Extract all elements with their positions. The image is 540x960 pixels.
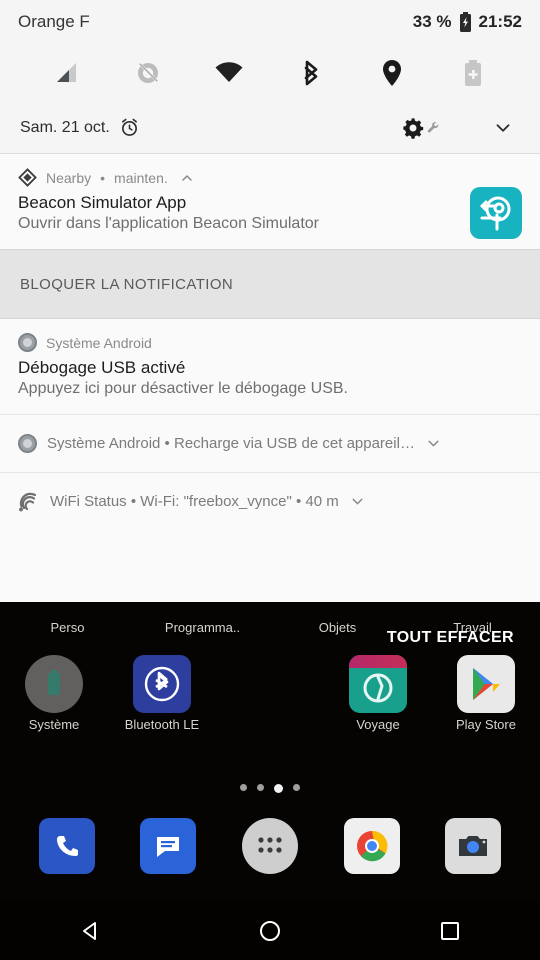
notification-nearby[interactable]: Nearby • mainten. Beacon Simulator App O… bbox=[0, 154, 540, 249]
home-app-label: Système bbox=[28, 717, 80, 732]
android-system-icon bbox=[18, 434, 37, 453]
notification-usb-charging[interactable]: Système Android • Recharge via USB de ce… bbox=[0, 414, 540, 472]
system-ui-tuner-button[interactable] bbox=[402, 117, 440, 139]
home-page-indicator bbox=[0, 784, 540, 793]
chevron-down-icon[interactable] bbox=[349, 493, 366, 510]
status-bar: Orange F 33 % 21:52 bbox=[0, 0, 540, 44]
home-app-play-store[interactable]: Play Store bbox=[432, 655, 540, 775]
home-app-empty bbox=[216, 655, 324, 775]
home-folder-label: Objets bbox=[318, 620, 357, 635]
bluetooth-le-app-icon bbox=[133, 655, 191, 713]
notification-title: Débogage USB activé bbox=[18, 358, 186, 377]
alarm-clock-icon bbox=[120, 118, 139, 137]
notification-wifi-status[interactable]: WiFi Status • Wi-Fi: "freebox_vynce" • 4… bbox=[0, 472, 540, 530]
notification-header: Système Android bbox=[18, 333, 522, 352]
date-label: Sam. 21 oct. bbox=[20, 118, 110, 136]
battery-percent-label: 33 % bbox=[412, 12, 452, 31]
home-app-bluetooth-le[interactable]: Bluetooth LE bbox=[108, 655, 216, 775]
carrier-label: Orange F bbox=[18, 12, 90, 31]
play-store-icon bbox=[457, 655, 515, 713]
clear-all-button[interactable]: TOUT EFFACER bbox=[387, 629, 514, 647]
notification-title: Beacon Simulator App bbox=[18, 193, 187, 212]
wrench-icon bbox=[426, 121, 440, 135]
home-folder-label: Perso bbox=[50, 620, 85, 635]
bluetooth-icon bbox=[270, 59, 351, 87]
chevron-down-icon[interactable] bbox=[486, 117, 520, 139]
status-icon-strip bbox=[0, 44, 540, 102]
voyage-folder-icon bbox=[349, 655, 407, 713]
android-screen: Perso Programma.. Objets Travail Système bbox=[0, 0, 540, 960]
home-app-voyage[interactable]: Voyage bbox=[324, 655, 432, 775]
beacon-simulator-app-icon bbox=[470, 187, 522, 239]
notification-app-name: Nearby bbox=[46, 169, 92, 186]
cellular-signal-icon bbox=[26, 60, 107, 86]
notification-body: Beacon Simulator App Ouvrir dans l'appli… bbox=[18, 193, 522, 233]
home-folder-objets[interactable]: Objets bbox=[270, 604, 405, 644]
chevron-up-icon[interactable] bbox=[179, 170, 195, 186]
notification-header: Nearby • mainten. bbox=[18, 168, 522, 187]
notification-text: Ouvrir dans l'application Beacon Simulat… bbox=[18, 215, 319, 232]
app-drawer-icon[interactable] bbox=[241, 818, 298, 874]
home-button[interactable] bbox=[242, 909, 298, 953]
home-app-row: Système Bluetooth LE Voyage Play Store bbox=[0, 655, 540, 775]
block-notification-label: BLOQUER LA NOTIFICATION bbox=[20, 275, 234, 293]
status-bar-right: 33 % 21:52 bbox=[413, 12, 522, 32]
notification-body: Débogage USB activé Appuyez ici pour dés… bbox=[18, 358, 522, 398]
page-dot bbox=[293, 784, 300, 791]
battery-charging-icon bbox=[459, 12, 472, 32]
block-notification-banner[interactable]: BLOQUER LA NOTIFICATION bbox=[0, 249, 540, 319]
page-dot-active bbox=[274, 784, 283, 793]
notification-usb-debug[interactable]: Système Android Débogage USB activé Appu… bbox=[0, 319, 540, 414]
wifi-status-icon bbox=[18, 492, 40, 512]
notification-summary: WiFi Status • Wi-Fi: "freebox_vynce" • 4… bbox=[50, 493, 339, 510]
android-system-icon bbox=[18, 333, 37, 352]
battery-saver-icon bbox=[433, 59, 514, 87]
wifi-icon bbox=[189, 60, 270, 86]
navigation-bar bbox=[0, 902, 540, 960]
system-folder-icon bbox=[25, 655, 83, 713]
home-folder-programmation[interactable]: Programma.. bbox=[135, 604, 270, 644]
gear-icon bbox=[402, 117, 424, 139]
sync-disabled-icon bbox=[107, 60, 188, 86]
home-app-label: Bluetooth LE bbox=[124, 717, 200, 732]
notification-shade: Orange F 33 % 21:52 Sam. 21 oct. Nearby … bbox=[0, 0, 540, 602]
chevron-down-icon[interactable] bbox=[425, 435, 442, 452]
notification-separator: • bbox=[100, 169, 106, 186]
home-app-label: Play Store bbox=[456, 717, 516, 732]
phone-icon[interactable] bbox=[38, 818, 95, 874]
notification-text: Appuyez ici pour désactiver le débogage … bbox=[18, 380, 348, 397]
nearby-diamond-icon bbox=[18, 168, 37, 187]
home-folder-label: Programma.. bbox=[164, 620, 241, 635]
notification-summary: Système Android • Recharge via USB de ce… bbox=[47, 435, 415, 452]
notification-app-name: Système Android bbox=[46, 334, 152, 351]
page-dot bbox=[257, 784, 264, 791]
camera-icon[interactable] bbox=[445, 818, 502, 874]
back-button[interactable] bbox=[62, 909, 118, 953]
notification-time: mainten. bbox=[114, 169, 168, 186]
home-app-label: Voyage bbox=[356, 717, 400, 732]
shade-date-row: Sam. 21 oct. bbox=[0, 102, 540, 154]
home-app-systeme[interactable]: Système bbox=[0, 655, 108, 775]
clock-label: 21:52 bbox=[478, 12, 522, 31]
home-folder-perso[interactable]: Perso bbox=[0, 604, 135, 644]
location-icon bbox=[351, 59, 432, 87]
home-dock bbox=[0, 818, 540, 874]
messages-icon[interactable] bbox=[140, 818, 197, 874]
recents-button[interactable] bbox=[422, 909, 478, 953]
page-dot bbox=[240, 784, 247, 791]
chrome-icon[interactable] bbox=[343, 818, 400, 874]
